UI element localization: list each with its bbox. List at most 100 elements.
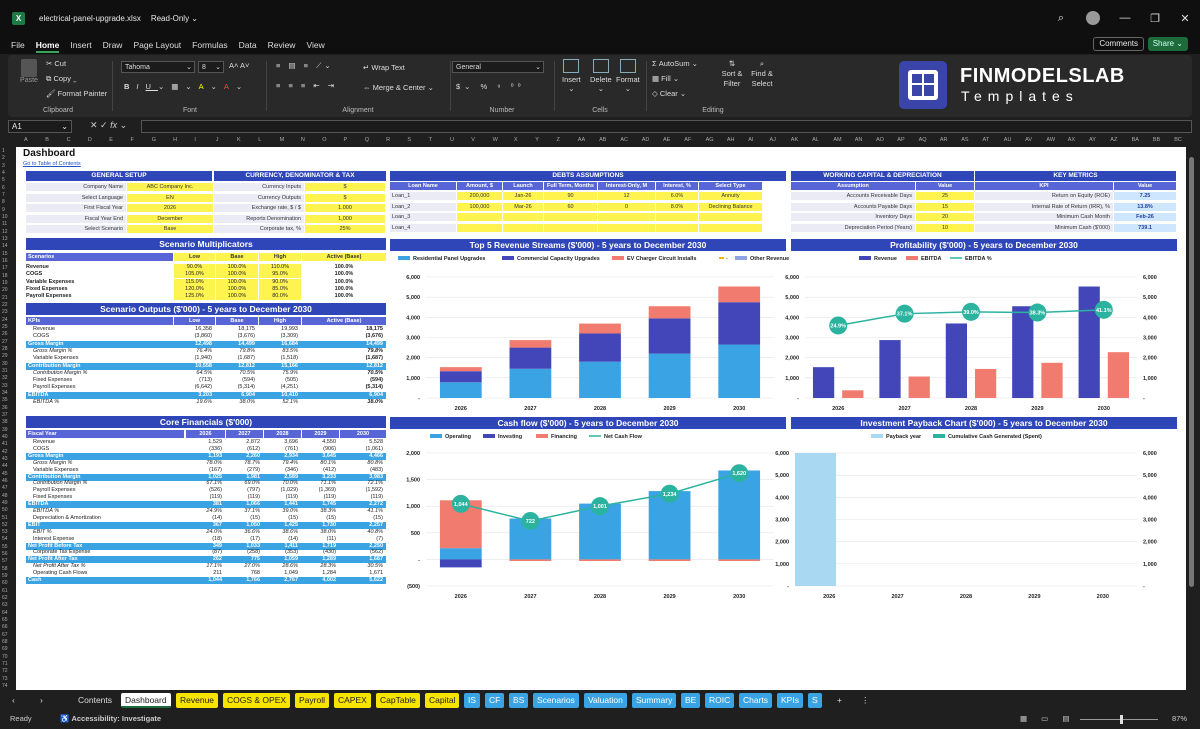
add-sheet-button[interactable]: + (833, 693, 846, 708)
tab-revenue[interactable]: Revenue (176, 693, 219, 708)
column-header[interactable]: AE (663, 137, 670, 143)
column-header[interactable]: U (450, 137, 454, 143)
column-header[interactable]: N (301, 137, 305, 143)
row-header[interactable]: 50 (2, 507, 8, 513)
row-header[interactable]: 23 (2, 309, 8, 315)
row-header[interactable]: 4 (2, 170, 5, 176)
row-header[interactable]: 52 (2, 522, 8, 528)
row-header[interactable]: 57 (2, 558, 8, 564)
column-header[interactable]: AL (812, 137, 819, 143)
row-header[interactable]: 14 (2, 243, 8, 249)
column-header[interactable]: AC (620, 137, 628, 143)
row-header[interactable]: 41 (2, 441, 8, 447)
search-icon[interactable]: ⌕ (1046, 12, 1076, 25)
row-header[interactable]: 27 (2, 339, 8, 345)
column-header[interactable]: I (194, 137, 196, 143)
column-header[interactable]: AW (1046, 137, 1055, 143)
row-header[interactable]: 15 (2, 251, 8, 257)
row-header[interactable]: 74 (2, 683, 8, 689)
row-header[interactable]: 32 (2, 375, 8, 381)
close-icon[interactable]: ✕ (1170, 12, 1200, 25)
copy-button[interactable]: ⧉ Copy ⌄ (46, 74, 77, 84)
menu-page-layout[interactable]: Page Layout (133, 40, 181, 50)
row-header[interactable]: 73 (2, 676, 8, 682)
row-header[interactable]: 6 (2, 185, 5, 191)
row-header[interactable]: 54 (2, 536, 8, 542)
row-header[interactable]: 47 (2, 485, 8, 491)
column-header[interactable]: S (407, 137, 411, 143)
column-header[interactable]: AD (642, 137, 650, 143)
comments-button[interactable]: Comments (1093, 37, 1144, 51)
menu-data[interactable]: Data (239, 40, 257, 50)
zoom-slider[interactable] (1080, 719, 1158, 720)
row-header[interactable]: 70 (2, 654, 8, 660)
column-header[interactable]: AR (940, 137, 948, 143)
column-header[interactable]: V (471, 137, 475, 143)
row-header[interactable]: 67 (2, 632, 8, 638)
row-header[interactable]: 38 (2, 419, 8, 425)
row-header[interactable]: 9 (2, 207, 5, 213)
row-header[interactable]: 8 (2, 199, 5, 205)
menu-review[interactable]: Review (268, 40, 296, 50)
column-header[interactable]: AS (961, 137, 968, 143)
accessibility-status[interactable]: ♿ Accessibility: Investigate (60, 714, 161, 723)
font-style-buttons[interactable]: BIU⌄▦⌄A⌄A⌄ (124, 82, 249, 91)
row-header[interactable]: 72 (2, 668, 8, 674)
column-header[interactable]: AP (897, 137, 904, 143)
font-size-buttons[interactable]: A˄ A˅ (229, 61, 249, 70)
row-header[interactable]: 19 (2, 280, 8, 286)
tab-valuation[interactable]: Valuation (584, 693, 627, 708)
autosum-button[interactable]: Σ AutoSum ⌄ (652, 59, 698, 68)
tab-cf[interactable]: CF (485, 693, 505, 708)
row-header[interactable]: 26 (2, 331, 8, 337)
delete-cells-button[interactable]: Delete ⌄ (590, 59, 612, 93)
share-button[interactable]: Share ⌄ (1147, 37, 1188, 51)
tab-is[interactable]: IS (464, 693, 481, 708)
row-header[interactable]: 42 (2, 449, 8, 455)
column-header[interactable]: AG (706, 137, 714, 143)
tab-scroll-left[interactable]: ‹ (8, 693, 19, 708)
column-header[interactable]: AK (791, 137, 798, 143)
row-header[interactable]: 44 (2, 463, 8, 469)
row-header[interactable]: 3 (2, 163, 5, 169)
tab-bs[interactable]: BS (509, 693, 529, 708)
vertical-align-buttons[interactable]: ≡ ▤ ≡ ⟋⌄ (276, 61, 334, 71)
column-header[interactable]: AY (1089, 137, 1096, 143)
tab-contents[interactable]: Contents (74, 693, 116, 708)
column-header[interactable]: AQ (919, 137, 927, 143)
row-header[interactable]: 40 (2, 434, 8, 440)
row-header[interactable]: 30 (2, 361, 8, 367)
tab-dashboard[interactable]: Dashboard (121, 693, 171, 708)
column-header[interactable]: AN (855, 137, 863, 143)
column-header[interactable]: AT (983, 137, 990, 143)
format-painter-button[interactable]: 🖌 Format Painter (46, 89, 107, 98)
merge-center-button[interactable]: ⇔ Merge & Center ⌄ (363, 83, 434, 92)
tab-captable[interactable]: CapTable (376, 693, 420, 708)
row-header[interactable]: 51 (2, 515, 8, 521)
row-header[interactable]: 56 (2, 551, 8, 557)
row-header[interactable]: 36 (2, 405, 8, 411)
row-header[interactable]: 69 (2, 646, 8, 652)
format-cells-button[interactable]: Format ⌄ (616, 59, 640, 93)
number-format-select[interactable]: General ⌄ (452, 61, 544, 73)
column-header[interactable]: AM (833, 137, 841, 143)
row-header[interactable]: 61 (2, 588, 8, 594)
column-header[interactable]: Z (557, 137, 560, 143)
row-header[interactable]: 43 (2, 456, 8, 462)
row-header[interactable]: 34 (2, 390, 8, 396)
column-header[interactable]: J (216, 137, 219, 143)
column-header[interactable]: K (237, 137, 241, 143)
column-header[interactable]: AF (684, 137, 691, 143)
column-header[interactable]: AX (1068, 137, 1075, 143)
sort-filter-button[interactable]: ⇅ Sort & Filter (718, 59, 746, 89)
menu-file[interactable]: File (11, 40, 25, 50)
row-header[interactable]: 29 (2, 353, 8, 359)
column-header[interactable]: B (45, 137, 49, 143)
zoom-level[interactable]: 87% (1172, 714, 1187, 723)
column-header[interactable]: P (344, 137, 348, 143)
row-header[interactable]: 55 (2, 544, 8, 550)
row-header[interactable]: 46 (2, 478, 8, 484)
row-header[interactable]: 10 (2, 214, 8, 220)
column-header[interactable]: E (109, 137, 113, 143)
zoom-slider-handle[interactable] (1120, 715, 1123, 724)
